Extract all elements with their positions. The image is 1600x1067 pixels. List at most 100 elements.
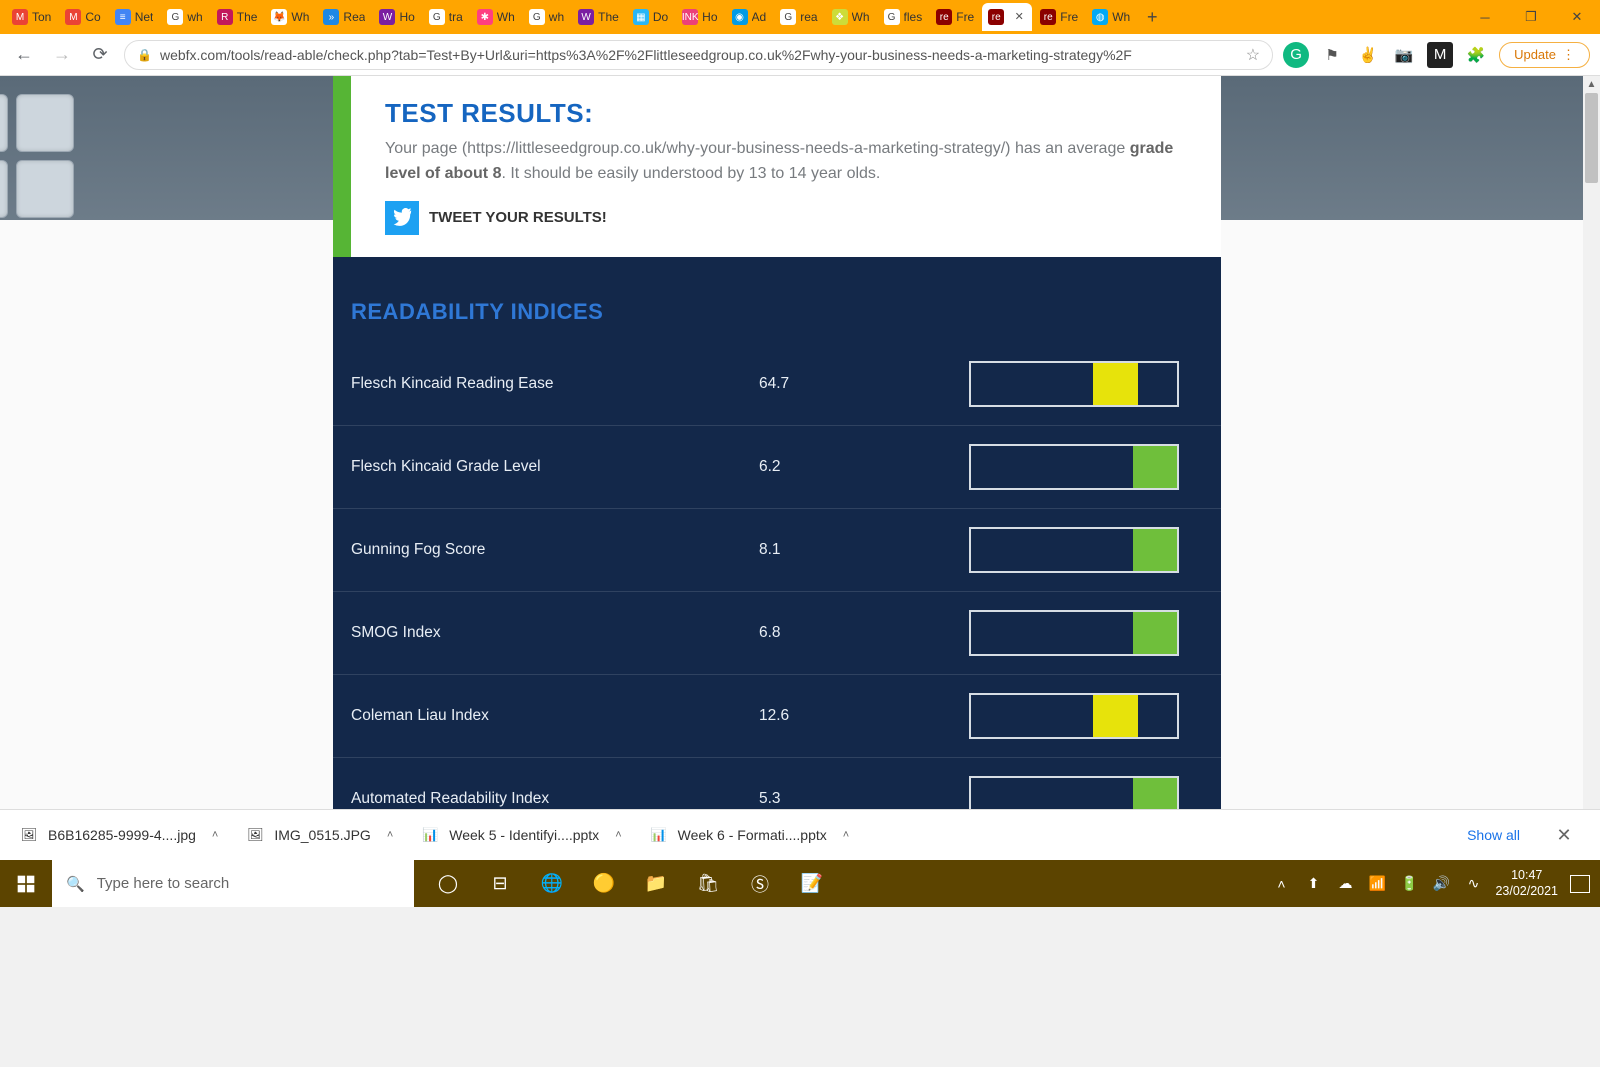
tab-label: Fre <box>956 10 974 24</box>
window-close[interactable]: ✕ <box>1554 0 1600 34</box>
browser-tab[interactable]: INKHo <box>676 3 723 31</box>
cortana-icon[interactable]: ⊟ <box>474 860 526 907</box>
extension-icon[interactable]: M <box>1427 42 1453 68</box>
browser-tab[interactable]: ≡Net <box>109 3 160 31</box>
tab-label: wh <box>549 10 564 24</box>
file-icon: 📊 <box>421 826 439 844</box>
browser-tab[interactable]: RThe <box>211 3 264 31</box>
download-item[interactable]: 🖼IMG_0515.JPG˄ <box>246 826 393 844</box>
taskbar-search[interactable]: 🔍 Type here to search <box>52 860 414 907</box>
scroll-up-icon[interactable]: ▲ <box>1583 76 1600 93</box>
tray-chevron-icon[interactable]: ˄ <box>1271 876 1291 892</box>
close-downloads-bar[interactable]: ✕ <box>1548 825 1580 846</box>
extension-icon[interactable]: ✌ <box>1355 42 1381 68</box>
indices-list: Flesch Kincaid Reading Ease64.7Flesch Ki… <box>333 343 1221 809</box>
browser-tab[interactable]: ◍Wh <box>1086 3 1136 31</box>
download-item[interactable]: 🖼B6B16285-9999-4....jpg˄ <box>20 826 218 844</box>
tray-onedrive-icon[interactable]: ☁ <box>1335 875 1355 892</box>
browser-tab[interactable]: MTon <box>6 3 57 31</box>
update-button[interactable]: Update ⋮ <box>1499 42 1590 68</box>
browser-tab[interactable]: Gtra <box>423 3 469 31</box>
search-icon: 🔍 <box>66 875 85 893</box>
tray-update-icon[interactable]: ⬆ <box>1303 875 1323 892</box>
metric-label: Gunning Fog Score <box>351 541 759 559</box>
taskbar-clock[interactable]: 10:47 23/02/2021 <box>1495 868 1558 899</box>
main-panel: TEST RESULTS: Your page (https://littles… <box>333 76 1221 809</box>
tray-volume-icon[interactable]: 🔊 <box>1431 875 1451 892</box>
vertical-scrollbar[interactable]: ▲ <box>1583 76 1600 809</box>
favicon: re <box>988 9 1004 25</box>
extension-icon[interactable]: ⚑ <box>1319 42 1345 68</box>
browser-tab[interactable]: Gfles <box>878 3 929 31</box>
scroll-thumb[interactable] <box>1585 93 1598 183</box>
browser-tab[interactable]: »Rea <box>317 3 371 31</box>
browser-tab[interactable]: Grea <box>774 3 823 31</box>
metric-value: 12.6 <box>759 707 969 725</box>
start-button[interactable] <box>0 860 52 907</box>
chrome-icon[interactable]: 🟡 <box>578 860 630 907</box>
bookmark-star-icon[interactable]: ☆ <box>1246 45 1260 65</box>
action-center-icon[interactable] <box>1570 875 1590 893</box>
browser-tab[interactable]: WThe <box>572 3 625 31</box>
tray-battery-icon[interactable]: 🔋 <box>1399 875 1419 892</box>
nav-forward[interactable]: → <box>48 41 76 69</box>
extensions-menu-icon[interactable]: 🧩 <box>1463 42 1489 68</box>
favicon: re <box>936 9 952 25</box>
window-maximize[interactable]: ❐ <box>1508 0 1554 34</box>
tab-label: Wh <box>291 10 309 24</box>
chevron-up-icon[interactable]: ˄ <box>387 829 393 841</box>
address-bar[interactable]: 🔒 webfx.com/tools/read-able/check.php?ta… <box>124 40 1273 70</box>
new-tab-button[interactable]: + <box>1138 3 1166 31</box>
chevron-up-icon[interactable]: ˄ <box>843 829 849 841</box>
tab-label: rea <box>800 10 817 24</box>
task-view-icon[interactable]: ◯ <box>422 860 474 907</box>
nav-back[interactable]: ← <box>10 41 38 69</box>
browser-tab[interactable]: ✱Wh <box>471 3 521 31</box>
favicon: 🦊 <box>271 9 287 25</box>
metric-row: Flesch Kincaid Grade Level6.2 <box>333 426 1221 509</box>
tray-wifi-icon[interactable]: 📶 <box>1367 875 1387 892</box>
browser-tab[interactable]: ◉Ad <box>726 3 773 31</box>
tab-label: Fre <box>1060 10 1078 24</box>
metric-value: 6.2 <box>759 458 969 476</box>
browser-tab[interactable]: re Fre <box>930 3 980 31</box>
browser-tab[interactable]: Gwh <box>161 3 208 31</box>
chevron-up-icon[interactable]: ˄ <box>615 829 621 841</box>
browser-tab[interactable]: re ✕ <box>982 3 1032 31</box>
browser-tab[interactable]: 🦊 Wh <box>265 3 315 31</box>
browser-tab[interactable]: ▦Do <box>627 3 674 31</box>
windows-taskbar: 🔍 Type here to search ◯ ⊟ 🌐 🟡 📁 🛍 Ⓢ 📝 ˄ … <box>0 860 1600 907</box>
tray-input-icon[interactable]: ∿ <box>1463 875 1483 892</box>
url-text: webfx.com/tools/read-able/check.php?tab=… <box>160 47 1238 63</box>
tab-label: The <box>237 10 258 24</box>
explorer-icon[interactable]: 📁 <box>630 860 682 907</box>
lock-icon: 🔒 <box>137 48 152 62</box>
download-filename: Week 5 - Identifyi....pptx <box>449 827 599 843</box>
favicon: re <box>1040 9 1056 25</box>
favicon: INK <box>682 9 698 25</box>
browser-tab[interactable]: WHo <box>373 3 420 31</box>
extension-icon[interactable]: 📷 <box>1391 42 1417 68</box>
skype-icon[interactable]: Ⓢ <box>734 860 786 907</box>
extension-icon[interactable]: G <box>1283 42 1309 68</box>
browser-tab[interactable]: ❖Wh <box>826 3 876 31</box>
metric-row: Automated Readability Index5.3 <box>333 758 1221 809</box>
tab-label: The <box>598 10 619 24</box>
chevron-up-icon[interactable]: ˄ <box>212 829 218 841</box>
download-item[interactable]: 📊Week 6 - Formati....pptx˄ <box>650 826 850 844</box>
edge-icon[interactable]: 🌐 <box>526 860 578 907</box>
word-icon[interactable]: 📝 <box>786 860 838 907</box>
browser-tab[interactable]: re Fre <box>1034 3 1084 31</box>
browser-tab[interactable]: MCo <box>59 3 106 31</box>
tab-label: Wh <box>852 10 870 24</box>
window-minimize[interactable]: ─ <box>1462 0 1508 34</box>
downloads-bar: 🖼B6B16285-9999-4....jpg˄🖼IMG_0515.JPG˄📊W… <box>0 809 1600 860</box>
tab-close-icon[interactable]: ✕ <box>1012 10 1026 24</box>
browser-tab[interactable]: Gwh <box>523 3 570 31</box>
search-placeholder: Type here to search <box>97 875 230 892</box>
store-icon[interactable]: 🛍 <box>682 860 734 907</box>
download-item[interactable]: 📊 Week 5 - Identifyi....pptx ˄ <box>421 826 621 844</box>
nav-reload[interactable]: ⟳ <box>86 41 114 69</box>
tweet-results-button[interactable]: TWEET YOUR RESULTS! <box>385 201 1187 235</box>
show-all-downloads[interactable]: Show all <box>1467 827 1520 843</box>
